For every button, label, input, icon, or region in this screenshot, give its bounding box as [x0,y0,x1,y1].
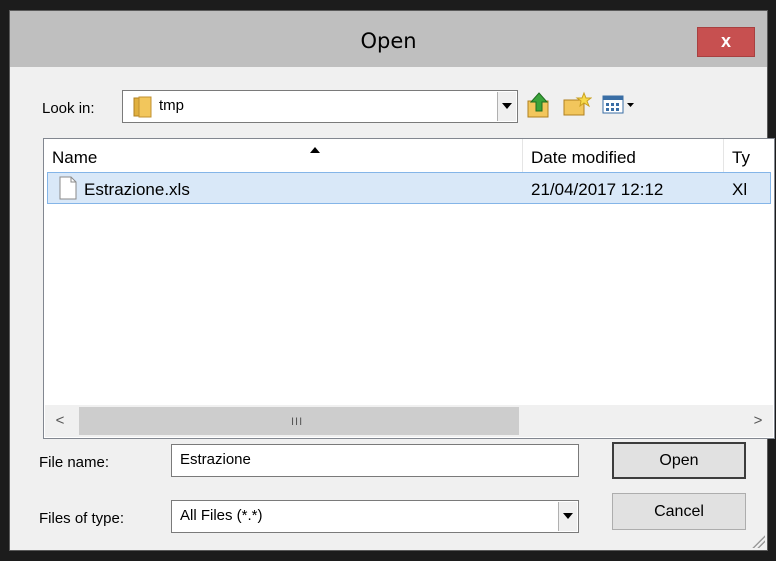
files-of-type-dropdown-arrow[interactable] [558,502,577,531]
new-folder-icon[interactable] [562,91,592,119]
open-dialog: Open x Look in: tmp Name Date modified T… [9,10,775,551]
look-in-dropdown-arrow[interactable] [497,92,516,121]
cancel-button[interactable]: Cancel [612,493,746,530]
look-in-value: tmp [159,97,185,114]
open-button[interactable]: Open [612,442,746,479]
file-type-cell: Xl [732,180,748,199]
files-of-type-value: All Files (*.*) [180,507,263,524]
close-button[interactable]: x [697,27,755,57]
sort-ascending-icon [310,147,320,153]
table-row[interactable]: Estrazione.xls 21/04/2017 12:12 Xl [47,172,771,204]
view-menu-icon[interactable] [602,94,636,116]
look-in-label: Look in: [42,100,95,117]
column-header-date-modified[interactable]: Date modified [523,139,723,172]
file-name-value: Estrazione [180,451,251,468]
file-list[interactable]: Name Date modified Ty Estrazione.xls 21/… [43,138,775,439]
scroll-thumb[interactable]: III [79,407,519,435]
column-header-type[interactable]: Ty [724,139,774,172]
scroll-left-button[interactable]: < [45,405,75,437]
up-folder-icon[interactable] [525,89,553,121]
folder-icon [133,96,152,118]
horizontal-scrollbar[interactable]: < III > [45,405,773,437]
scroll-right-button[interactable]: > [743,405,773,437]
resize-grip[interactable] [749,532,765,548]
file-name-input[interactable]: Estrazione [171,444,579,477]
title-bar[interactable]: Open x [10,11,767,67]
column-header-name[interactable]: Name [44,139,522,172]
file-date-cell: 21/04/2017 12:12 [531,180,664,199]
file-name-cell: Estrazione.xls [84,180,190,199]
scroll-grip: III [291,416,304,428]
file-name-label: File name: [39,454,110,471]
look-in-combo[interactable]: tmp [122,90,518,123]
dialog-title: Open [360,29,417,53]
files-of-type-select[interactable]: All Files (*.*) [171,500,579,533]
files-of-type-label: Files of type: [39,510,125,527]
file-icon [59,176,77,200]
